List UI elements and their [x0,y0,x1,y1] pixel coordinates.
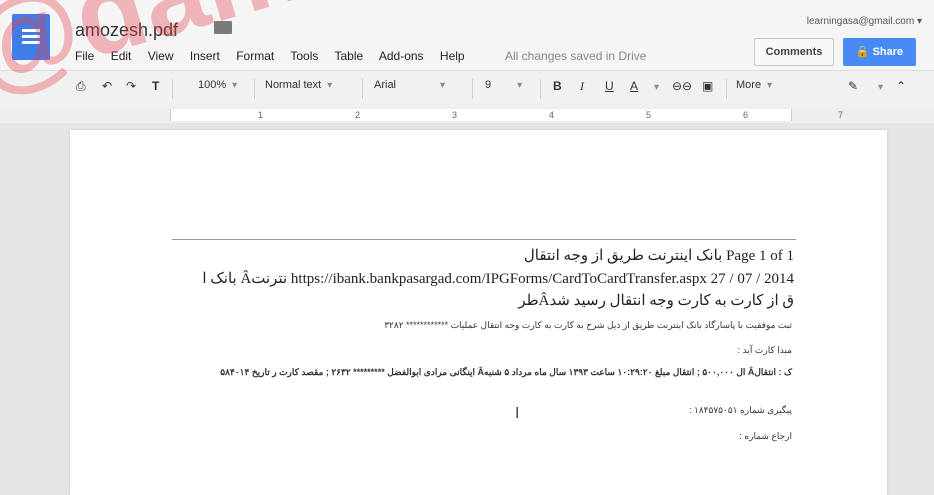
ruler-active-area [170,109,792,121]
ruler-mark: 1 [258,110,264,120]
doc-line: ارجاع شماره : [739,431,792,441]
italic-button[interactable]: I [580,79,584,94]
doc-line: ثبت موفقیت با پاسارگاد بانک اینترنت طریق… [384,320,792,330]
link-icon[interactable]: ⊖⊖ [672,79,692,93]
doc-line: ق از کارت به کارت وجه انتقال رسید شدÂطر [518,293,794,309]
menu-table[interactable]: Table [335,49,364,63]
menu-format[interactable]: Format [236,49,274,63]
account-email[interactable]: learningasa@gmail.com ▾ [807,16,922,27]
doc-line: Page 1 of 1 بانک اینترنت طریق از وجه انت… [523,248,794,264]
text-color-button[interactable]: A [630,79,638,93]
chevron-down-icon: ▾ [517,80,523,91]
more-label: More [736,79,762,91]
ruler-mark: 4 [549,110,555,120]
font-value: Arial [374,79,397,91]
ruler-mark: 6 [743,110,749,120]
share-label: Share [872,46,904,58]
text-cursor-icon: I [515,405,520,422]
ruler-mark: 2 [355,110,361,120]
share-button[interactable]: 🔒 Share [843,38,916,66]
font-size-value: 9 [485,79,492,91]
zoom-select[interactable]: 100% ▾ [198,79,237,91]
header-rule [172,239,796,240]
comments-button[interactable]: Comments [754,38,834,66]
save-status: All changes saved in Drive [505,49,647,63]
chevron-down-icon: ▾ [767,80,773,91]
chevron-down-icon[interactable]: ▾ [648,79,659,93]
more-button[interactable]: More ▾ [736,79,772,91]
menu-addons[interactable]: Add-ons [379,49,424,63]
doc-line: https://ibank.bankpasargad.com/IPGForms/… [202,271,794,287]
redo-icon[interactable]: ↷ [126,79,136,93]
paint-format-icon[interactable]: T [152,79,159,93]
font-select[interactable]: Arial ▾ [374,79,445,91]
formatting-toolbar: ⎙ ↶ ↷ T 100% ▾ Normal text ▾ Arial ▾ 9 ▾ B I… [0,70,934,108]
collapse-icon[interactable]: ⌃ [896,79,906,93]
font-size-select[interactable]: 9 ▾ [485,79,522,91]
pencil-icon[interactable]: ✎ [848,79,858,93]
ruler-mark: 3 [452,110,458,120]
style-value: Normal text [265,79,322,91]
lock-icon: 🔒 [855,46,870,58]
doc-line: مبدا کارت آید : [737,345,792,355]
chevron-down-icon[interactable]: ▾ [872,79,883,93]
style-select[interactable]: Normal text ▾ [265,79,332,91]
chevron-down-icon: ▾ [327,80,333,91]
bold-button[interactable]: B [553,79,562,93]
ruler-mark: 7 [838,110,844,120]
zoom-value: 100% [198,79,227,91]
underline-button[interactable]: U [605,79,614,93]
menu-help[interactable]: Help [440,49,465,63]
ruler-mark: 5 [646,110,652,120]
menu-tools[interactable]: Tools [290,49,318,63]
doc-line: ک : انتقالÂ ال ۵۰۰,۰۰۰ ; انتقال مبلغ ۱۰:… [220,367,792,377]
comment-icon[interactable]: ▣ [702,79,713,93]
chevron-down-icon: ▾ [440,80,446,91]
chevron-down-icon: ▾ [232,80,238,91]
doc-line: پیگیری شماره ۱۸۴۵۷۵۰۵۱ : [689,405,792,415]
